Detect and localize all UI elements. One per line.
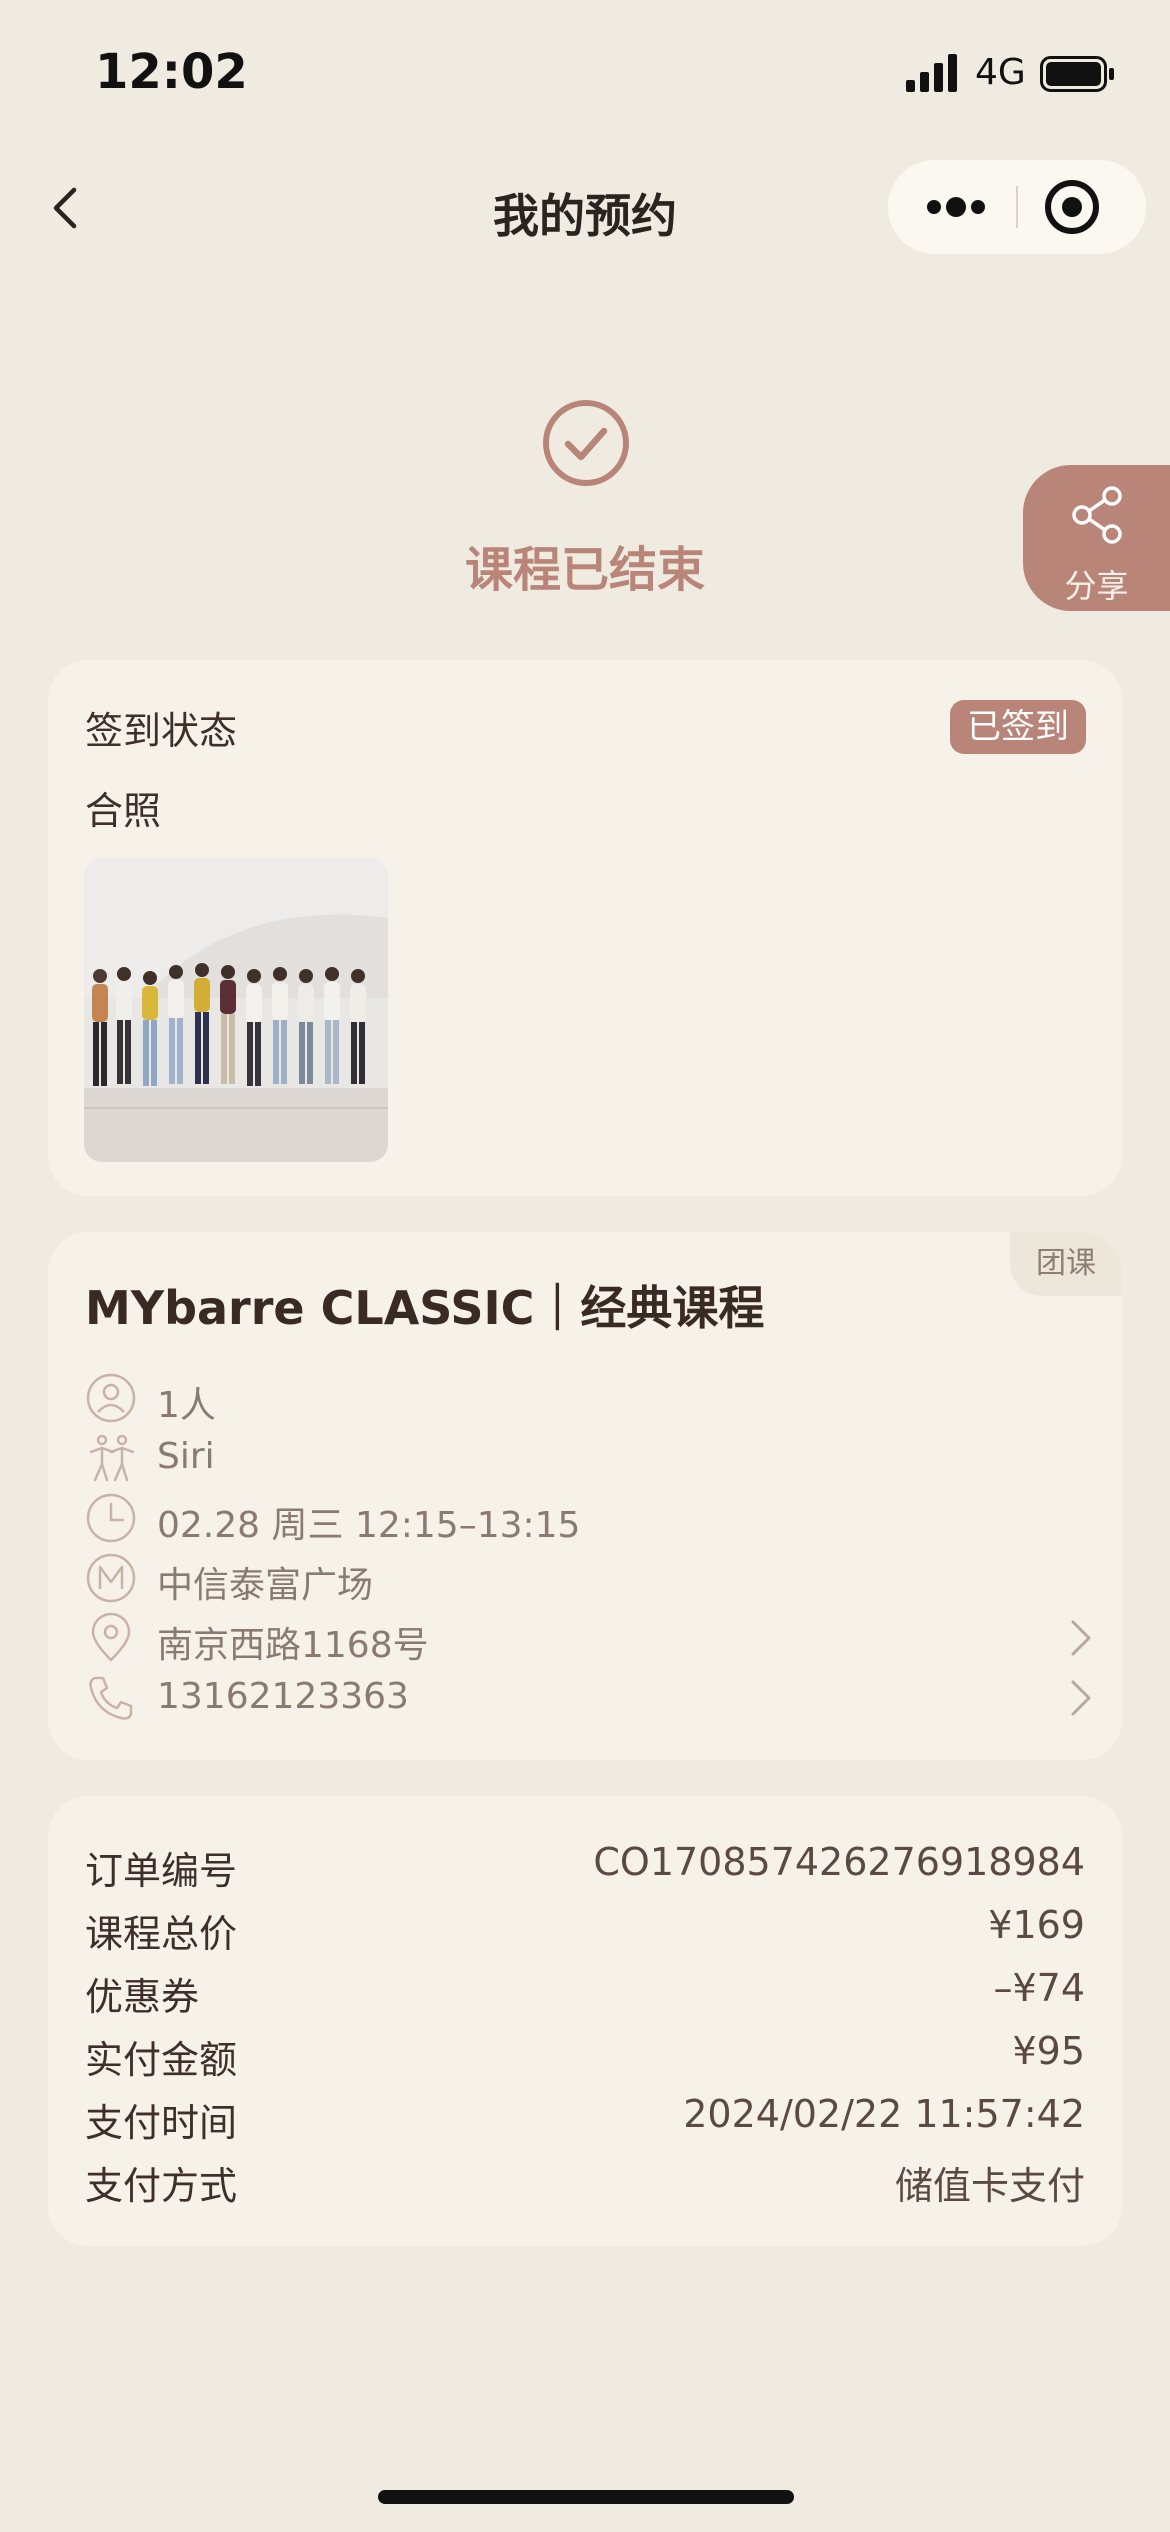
person-icon: [86, 1373, 136, 1423]
close-mini-program-icon[interactable]: [1018, 160, 1146, 254]
course-studio: 中信泰富广场: [157, 1565, 374, 1606]
course-capacity: 1人: [157, 1385, 216, 1426]
order-row: 课程总价 ¥169: [85, 1903, 1085, 1956]
payment-method-label: 支付方式: [85, 2164, 238, 2208]
clock-icon: [86, 1493, 136, 1543]
battery-icon: [1040, 56, 1114, 92]
total-price-value: ¥169: [988, 1903, 1085, 1947]
order-number-value: CO170857426276918984: [593, 1840, 1085, 1884]
total-price-label: 课程总价: [85, 1912, 238, 1956]
paid-amount-value: ¥95: [1012, 2029, 1085, 2073]
checkin-status-badge: 已签到: [950, 700, 1086, 754]
studio-logo-icon: [86, 1553, 136, 1603]
order-row: 实付金额 ¥95: [85, 2029, 1085, 2082]
checkin-status-label: 签到状态: [85, 709, 238, 753]
signal-icon: [906, 54, 957, 92]
home-indicator[interactable]: [378, 2490, 794, 2504]
group-photo-image: [84, 858, 388, 1162]
course-type-tag: 团课: [1010, 1232, 1122, 1296]
course-phone-row[interactable]: 13162123363: [85, 1670, 1095, 1726]
order-row: 支付方式 储值卡支付: [85, 2155, 1085, 2208]
course-time-row: 02.28 周三 12:15–13:15: [85, 1490, 1095, 1546]
payment-time-value: 2024/02/22 11:57:42: [683, 2092, 1085, 2136]
course-address: 南京西路1168号: [157, 1625, 429, 1666]
checkin-card: 签到状态 已签到 合照: [48, 660, 1122, 1196]
order-row: 优惠券 –¥74: [85, 1966, 1085, 2019]
share-icon: [1072, 486, 1122, 544]
course-capacity-row: 1人: [85, 1370, 1095, 1426]
nav-bar: 我的预约: [0, 150, 1170, 262]
coupon-value: –¥74: [993, 1966, 1085, 2010]
chevron-right-icon[interactable]: [1065, 1676, 1095, 1720]
status-time: 12:02: [95, 44, 248, 100]
course-card: 团课 MYbarre CLASSIC｜经典课程 1人 Siri 02.28 周三…: [48, 1232, 1122, 1760]
group-photo[interactable]: [84, 858, 388, 1162]
location-icon: [91, 1612, 131, 1662]
coupon-label: 优惠券: [85, 1975, 200, 2019]
course-time: 02.28 周三 12:15–13:15: [157, 1505, 581, 1546]
payment-method-value: 储值卡支付: [894, 2164, 1085, 2208]
group-photo-label: 合照: [85, 789, 162, 833]
course-address-row[interactable]: 南京西路1168号: [85, 1610, 1095, 1666]
chevron-right-icon[interactable]: [1065, 1616, 1095, 1660]
course-phone: 13162123363: [157, 1676, 409, 1717]
mini-program-capsule: [888, 160, 1146, 254]
course-title: MYbarre CLASSIC｜经典课程: [85, 1281, 765, 1335]
coach-icon: [89, 1434, 135, 1482]
network-type: 4G: [975, 52, 1026, 93]
course-status-title: 课程已结束: [464, 542, 705, 598]
status-bar: 12:02 4G: [0, 0, 1170, 140]
order-card: 订单编号 CO170857426276918984 课程总价 ¥169 优惠券 …: [48, 1796, 1122, 2246]
paid-amount-label: 实付金额: [85, 2038, 238, 2082]
share-button[interactable]: 分享: [1023, 465, 1170, 611]
order-row: 订单编号 CO170857426276918984: [85, 1840, 1085, 1893]
check-circle-icon: [543, 400, 629, 486]
course-coach-row: Siri: [85, 1430, 1095, 1486]
share-label: 分享: [1064, 567, 1129, 605]
phone-icon: [89, 1676, 133, 1720]
order-number-label: 订单编号: [85, 1849, 238, 1893]
course-coach: Siri: [157, 1436, 215, 1477]
course-studio-row: 中信泰富广场: [85, 1550, 1095, 1606]
order-row: 支付时间 2024/02/22 11:57:42: [85, 2092, 1085, 2145]
payment-time-label: 支付时间: [85, 2101, 238, 2145]
more-icon[interactable]: [888, 160, 1016, 254]
